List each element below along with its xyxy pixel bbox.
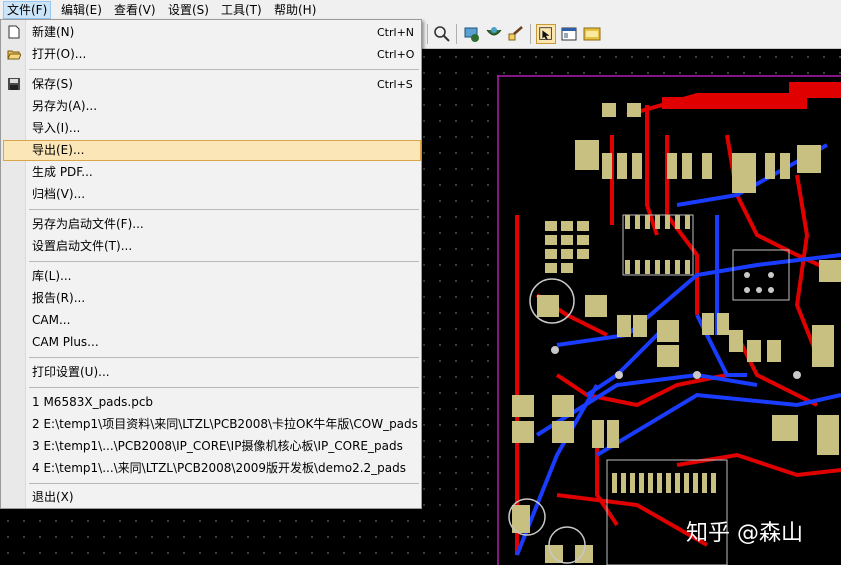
- menu-item-generate-pdf[interactable]: 生成 PDF...: [3, 162, 421, 183]
- menu-item-recent-4[interactable]: 4 E:\temp1\...\来同\LTZL\PCB2008\2009版开发板\…: [3, 458, 421, 479]
- menu-item-reports[interactable]: 报告(R)...: [3, 288, 421, 309]
- menu-item-label: 生成 PDF...: [32, 165, 93, 179]
- zoom-icon[interactable]: [432, 24, 452, 44]
- menu-item-export[interactable]: 导出(E)...: [3, 140, 421, 161]
- menu-item-label: 3 E:\temp1\...\PCB2008\IP_CORE\IP摄像机核心板\…: [32, 439, 403, 453]
- menu-item-label: 新建(N): [32, 25, 75, 39]
- menu-separator: [29, 261, 419, 262]
- select-mode-icon[interactable]: [536, 24, 556, 44]
- pcb-board[interactable]: [497, 75, 841, 565]
- menu-item-set-startup[interactable]: 设置启动文件(T)...: [3, 236, 421, 257]
- menu-settings[interactable]: 设置(S): [165, 2, 212, 18]
- menu-separator: [29, 387, 419, 388]
- menu-item-recent-3[interactable]: 3 E:\temp1\...\PCB2008\IP_CORE\IP摄像机核心板\…: [3, 436, 421, 457]
- menu-item-cam-plus[interactable]: CAM Plus...: [3, 332, 421, 353]
- menu-item-label: 库(L)...: [32, 269, 72, 283]
- menu-item-new[interactable]: 新建(N) Ctrl+N: [3, 22, 421, 43]
- menu-item-open[interactable]: 打开(O)... Ctrl+O: [3, 44, 421, 65]
- menu-item-label: 另存为启动文件(F)...: [32, 217, 144, 231]
- window-icon[interactable]: [559, 24, 579, 44]
- menu-item-recent-1[interactable]: 1 M6583X_pads.pcb: [3, 392, 421, 413]
- view-area-icon[interactable]: [462, 24, 482, 44]
- menu-item-label: 打开(O)...: [32, 47, 87, 61]
- toolbar-separator: [456, 24, 457, 44]
- menu-item-label: 保存(S): [32, 77, 73, 91]
- menu-item-label: CAM Plus...: [32, 335, 99, 349]
- menu-item-recent-2[interactable]: 2 E:\temp1\项目资料\来同\LTZL\PCB2008\卡拉OK牛年版\…: [3, 414, 421, 435]
- redraw-icon[interactable]: [484, 24, 504, 44]
- menu-separator: [29, 357, 419, 358]
- menu-help[interactable]: 帮助(H): [271, 2, 319, 18]
- menu-item-label: 导出(E)...: [32, 143, 85, 157]
- menu-separator: [29, 483, 419, 484]
- menu-edit[interactable]: 编辑(E): [58, 2, 105, 18]
- menu-item-label: CAM...: [32, 313, 71, 327]
- menu-item-import[interactable]: 导入(I)...: [3, 118, 421, 139]
- pads-logo-icon[interactable]: [582, 24, 602, 44]
- menu-item-label: 1 M6583X_pads.pcb: [32, 395, 154, 409]
- menu-item-label: 退出(X): [32, 490, 74, 504]
- open-folder-icon: [7, 50, 21, 60]
- menu-item-label: 设置启动文件(T)...: [32, 239, 133, 253]
- menu-item-exit[interactable]: 退出(X): [3, 487, 421, 508]
- menu-item-cam[interactable]: CAM...: [3, 310, 421, 331]
- new-file-icon: [8, 25, 20, 39]
- menu-separator: [29, 69, 419, 70]
- menu-item-label: 4 E:\temp1\...\来同\LTZL\PCB2008\2009版开发板\…: [32, 461, 406, 475]
- menu-bar: 文件(F) 编辑(E) 查看(V) 设置(S) 工具(T) 帮助(H): [0, 0, 841, 21]
- menu-item-save[interactable]: 保存(S) Ctrl+S: [3, 74, 421, 95]
- file-menu-dropdown: 新建(N) Ctrl+N 打开(O)... Ctrl+O 保存(S) Ctrl+…: [0, 19, 422, 509]
- menu-item-shortcut: Ctrl+N: [377, 26, 415, 39]
- menu-item-shortcut: Ctrl+O: [377, 48, 415, 61]
- menu-item-label: 归档(V)...: [32, 187, 86, 201]
- menu-item-library[interactable]: 库(L)...: [3, 266, 421, 287]
- menu-tools[interactable]: 工具(T): [218, 2, 265, 18]
- menu-item-label: 另存为(A)...: [32, 99, 98, 113]
- menu-view[interactable]: 查看(V): [111, 2, 159, 18]
- toolbar-separator: [427, 24, 428, 44]
- watermark: 知乎 @森山: [686, 521, 803, 546]
- menu-item-save-as[interactable]: 另存为(A)...: [3, 96, 421, 117]
- menu-item-label: 2 E:\temp1\项目资料\来同\LTZL\PCB2008\卡拉OK牛年版\…: [32, 417, 418, 431]
- menu-item-archive[interactable]: 归档(V)...: [3, 184, 421, 205]
- menu-item-label: 报告(R)...: [32, 291, 86, 305]
- save-disk-icon: [8, 78, 20, 90]
- menu-item-save-as-startup[interactable]: 另存为启动文件(F)...: [3, 214, 421, 235]
- menu-item-label: 打印设置(U)...: [32, 365, 110, 379]
- menu-file[interactable]: 文件(F): [3, 1, 52, 19]
- toolbar: [422, 20, 841, 49]
- menu-separator: [29, 209, 419, 210]
- menu-item-label: 导入(I)...: [32, 121, 81, 135]
- brush-icon[interactable]: [506, 24, 526, 44]
- menu-item-shortcut: Ctrl+S: [377, 78, 413, 91]
- toolbar-separator: [530, 24, 531, 44]
- menu-item-print-setup[interactable]: 打印设置(U)...: [3, 362, 421, 383]
